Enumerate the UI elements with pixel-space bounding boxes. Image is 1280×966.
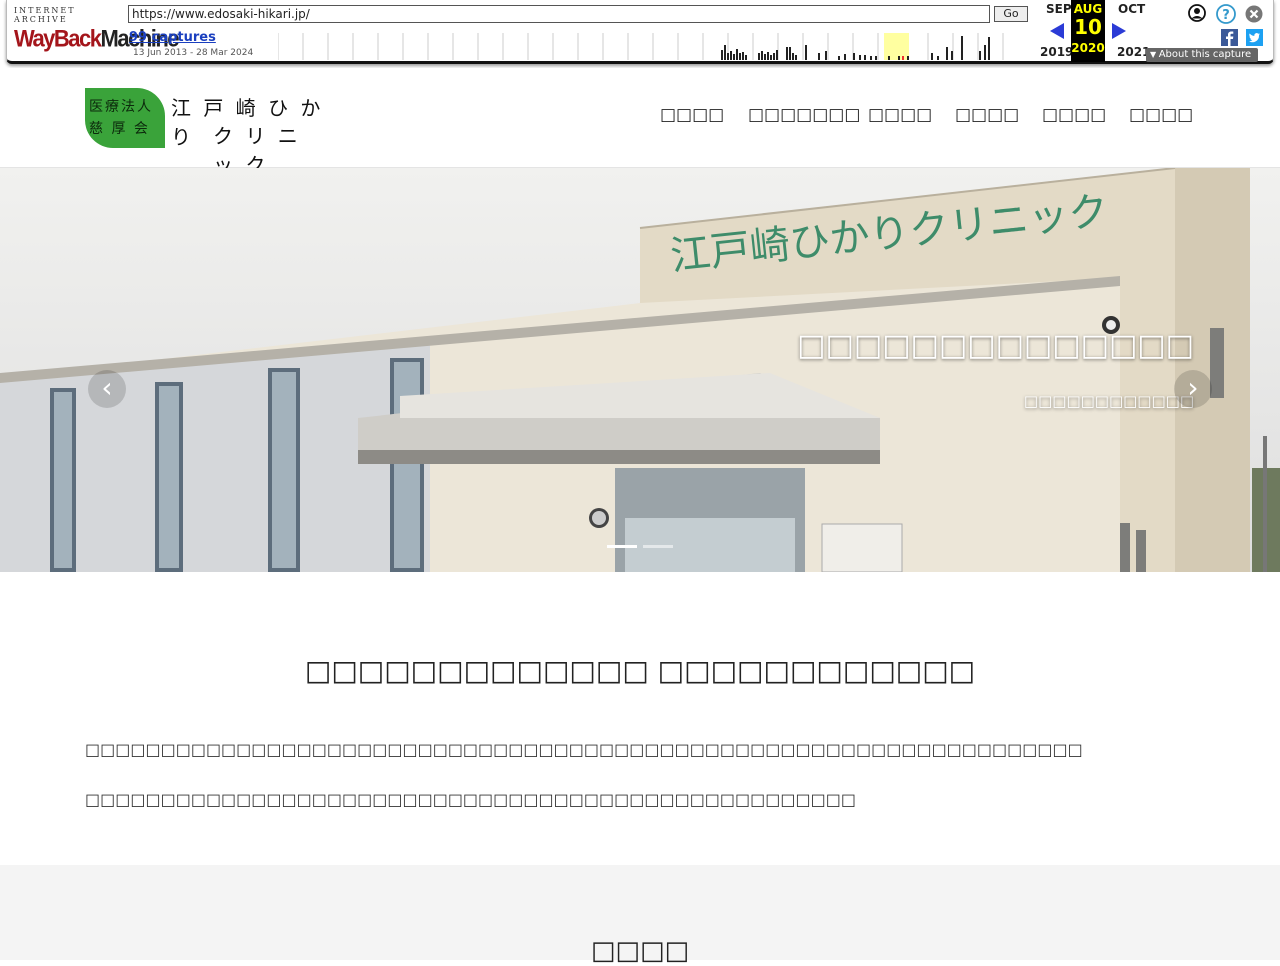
next-month-label[interactable]: OCT — [1118, 2, 1145, 16]
twitter-icon[interactable] — [1246, 29, 1263, 46]
prev-capture-arrow-icon[interactable] — [1050, 23, 1064, 39]
prev-year-label[interactable]: 2019 — [1040, 45, 1073, 59]
next-capture-arrow-icon[interactable] — [1112, 23, 1126, 39]
nav-item-5[interactable]: □□□□ — [1042, 105, 1106, 125]
intro-paragraph-1: □□□□□□□□□□□□□□□□□□□□□□□□□□□□□□□□□□□□□□□□… — [85, 740, 1083, 759]
facebook-icon[interactable] — [1221, 29, 1238, 46]
nav-item-4[interactable]: □□□□ — [955, 105, 1019, 125]
intro-paragraph-2: □□□□□□□□□□□□□□□□□□□□□□□□□□□□□□□□□□□□□□□□… — [85, 790, 856, 809]
nav-item-6[interactable]: □□□□ — [1129, 105, 1193, 125]
leaf-emblem: 医療法人 慈 厚 会 — [85, 88, 165, 148]
carousel-next-icon[interactable]: › — [1174, 370, 1212, 408]
capture-sparkline[interactable] — [278, 33, 1028, 60]
nav-item-3[interactable]: □□□□ — [868, 105, 932, 125]
caret-down-icon: ▼ — [1150, 50, 1159, 59]
logo-org-line2: 慈 厚 会 — [89, 121, 150, 137]
carousel-indicator-2[interactable] — [643, 545, 673, 548]
svg-text:?: ? — [1222, 8, 1230, 23]
hero-carousel[interactable]: 江戸崎ひかりクリニック □□□□□□□□□□□□□□ □□□□□□□□□□□□ … — [0, 168, 1280, 572]
user-account-icon[interactable] — [1188, 4, 1206, 22]
current-capture-date: AUG 10 2020 — [1071, 0, 1105, 62]
close-icon[interactable] — [1245, 5, 1263, 23]
site-header: 医療法人 慈 厚 会 江 戸 崎 ひ か り ク リ ニ ッ ク □□□□ □□… — [0, 68, 1280, 177]
carousel-prev-icon[interactable]: ‹ — [88, 370, 126, 408]
clinic-building-photo: 江戸崎ひかりクリニック — [0, 168, 1280, 572]
nav-item-2[interactable]: □□□□□□□ — [748, 105, 860, 125]
captures-link[interactable]: 99 captures — [129, 30, 216, 45]
help-icon[interactable]: ? — [1216, 4, 1236, 24]
clinic-logo[interactable]: 医療法人 慈 厚 会 江 戸 崎 ひ か り ク リ ニ ッ ク — [85, 88, 330, 177]
capture-date-range: 13 Jun 2013 - 28 Mar 2024 — [133, 48, 254, 58]
section-heading: □□□□ — [590, 936, 690, 966]
wayback-toolbar: INTERNET ARCHIVE WayBackMachine https://… — [0, 0, 1280, 68]
wayback-logo[interactable]: INTERNET ARCHIVE WayBackMachine — [14, 6, 180, 52]
hero-subcaption: □□□□□□□□□□□□ — [1023, 392, 1194, 410]
about-capture-button[interactable]: ▼ About this capture — [1146, 48, 1258, 62]
carousel-indicator-1[interactable] — [607, 545, 637, 548]
logo-org-line1: 医療法人 — [89, 99, 153, 115]
intro-heading: □□□□□□□□□□□□□ □□□□□□□□□□□□ — [304, 654, 976, 687]
wayback-url-input[interactable]: https://www.edosaki-hikari.jp/ — [128, 5, 990, 23]
hero-caption: □□□□□□□□□□□□□□ — [797, 328, 1194, 363]
nav-item-1[interactable]: □□□□ — [660, 105, 724, 125]
prev-month-label[interactable]: SEP — [1046, 2, 1072, 16]
wayback-go-button[interactable]: Go — [994, 6, 1028, 22]
wayback-machine-wordmark: WayBackMachine — [14, 24, 180, 53]
internet-archive-label: INTERNET ARCHIVE — [14, 6, 76, 24]
